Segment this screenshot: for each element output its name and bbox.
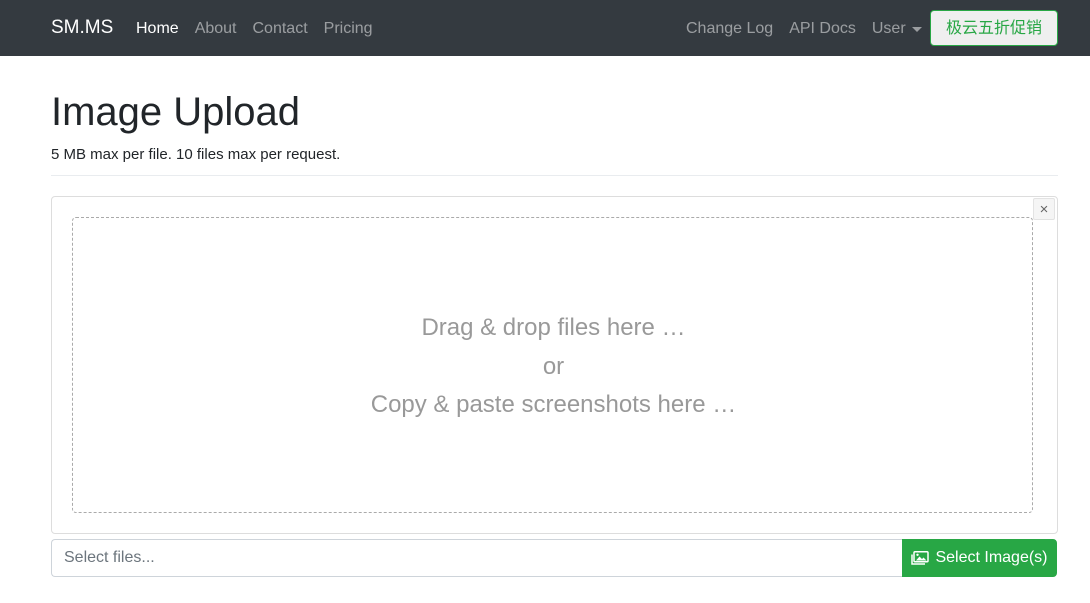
nav-link-api-docs[interactable]: API Docs (789, 19, 856, 38)
page-subtitle: 5 MB max per file. 10 files max per requ… (51, 146, 341, 163)
caret-down-icon (911, 26, 922, 32)
dropzone-text-drag: Drag & drop files here … (421, 314, 686, 341)
dropzone-text-paste: Copy & paste screenshots here … (370, 391, 737, 418)
nav-link-home[interactable]: Home (136, 19, 179, 38)
nav-link-about[interactable]: About (195, 19, 237, 38)
dropzone-text-or: or (542, 353, 565, 380)
select-images-button[interactable]: Select Image(s) (902, 539, 1057, 577)
file-select-input[interactable] (51, 539, 903, 577)
nav-right-links: Change Log API Docs User (686, 19, 922, 38)
brand-logo[interactable]: SM.MS (51, 17, 113, 39)
page-title: Image Upload (51, 90, 301, 134)
promo-button[interactable]: 极云五折促销 (930, 10, 1058, 46)
nav-left-links: Home About Contact Pricing (136, 19, 373, 38)
dropzone[interactable]: Drag & drop files here … or Copy & paste… (72, 217, 1033, 513)
user-dropdown-label: User (871, 20, 906, 37)
select-images-label: Select Image(s) (935, 549, 1048, 566)
navbar: SM.MS Home About Contact Pricing Change … (0, 0, 1090, 56)
images-icon (911, 551, 930, 565)
nav-link-pricing[interactable]: Pricing (324, 19, 373, 38)
user-dropdown-toggle[interactable]: User (872, 19, 922, 38)
nav-link-change-log[interactable]: Change Log (686, 19, 773, 38)
close-icon[interactable]: × (1033, 198, 1055, 220)
nav-link-contact[interactable]: Contact (253, 19, 308, 38)
header-divider (51, 175, 1058, 176)
